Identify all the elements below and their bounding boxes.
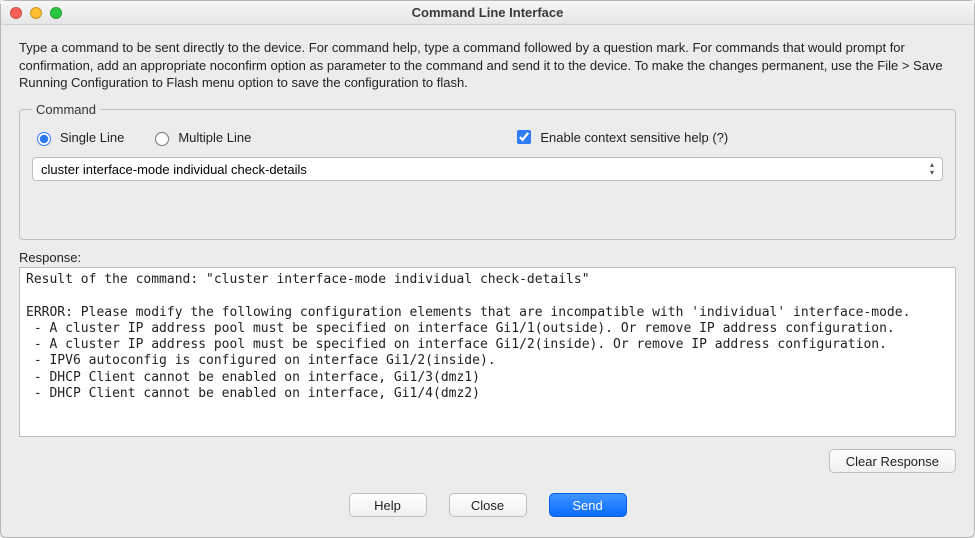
command-legend: Command [32,102,100,117]
mode-multiple-radio[interactable]: Multiple Line [150,129,251,146]
command-options-row: Single Line Multiple Line Enable context… [32,127,943,147]
command-combobox[interactable]: ▴ ▾ [32,157,943,181]
window-controls [10,7,62,19]
cli-window: Command Line Interface Type a command to… [0,0,975,538]
mode-single-label: Single Line [60,130,124,145]
window-title: Command Line Interface [412,5,564,20]
content-area: Type a command to be sent directly to th… [1,25,974,537]
instructions-text: Type a command to be sent directly to th… [19,39,956,92]
clear-response-button[interactable]: Clear Response [829,449,956,473]
mode-single-radio[interactable]: Single Line [32,129,124,146]
close-button[interactable]: Close [449,493,527,517]
titlebar: Command Line Interface [1,1,974,25]
button-bar: Help Close Send [19,493,956,517]
response-output[interactable]: Result of the command: "cluster interfac… [19,267,956,437]
chevron-down-icon: ▾ [924,169,940,177]
mode-multiple-input[interactable] [155,132,169,146]
context-help-label: Enable context sensitive help (?) [540,130,728,145]
close-window-icon[interactable] [10,7,22,19]
context-help-checkbox[interactable]: Enable context sensitive help (?) [513,127,728,147]
send-button[interactable]: Send [549,493,627,517]
zoom-window-icon[interactable] [50,7,62,19]
clear-row: Clear Response [19,449,956,473]
help-button[interactable]: Help [349,493,427,517]
command-group: Command Single Line Multiple Line Enable… [19,102,956,240]
mode-single-input[interactable] [37,132,51,146]
context-help-input[interactable] [517,130,531,144]
minimize-window-icon[interactable] [30,7,42,19]
combobox-stepper-icon[interactable]: ▴ ▾ [924,160,940,178]
command-input[interactable] [32,157,943,181]
mode-multiple-label: Multiple Line [178,130,251,145]
response-label: Response: [19,250,956,265]
